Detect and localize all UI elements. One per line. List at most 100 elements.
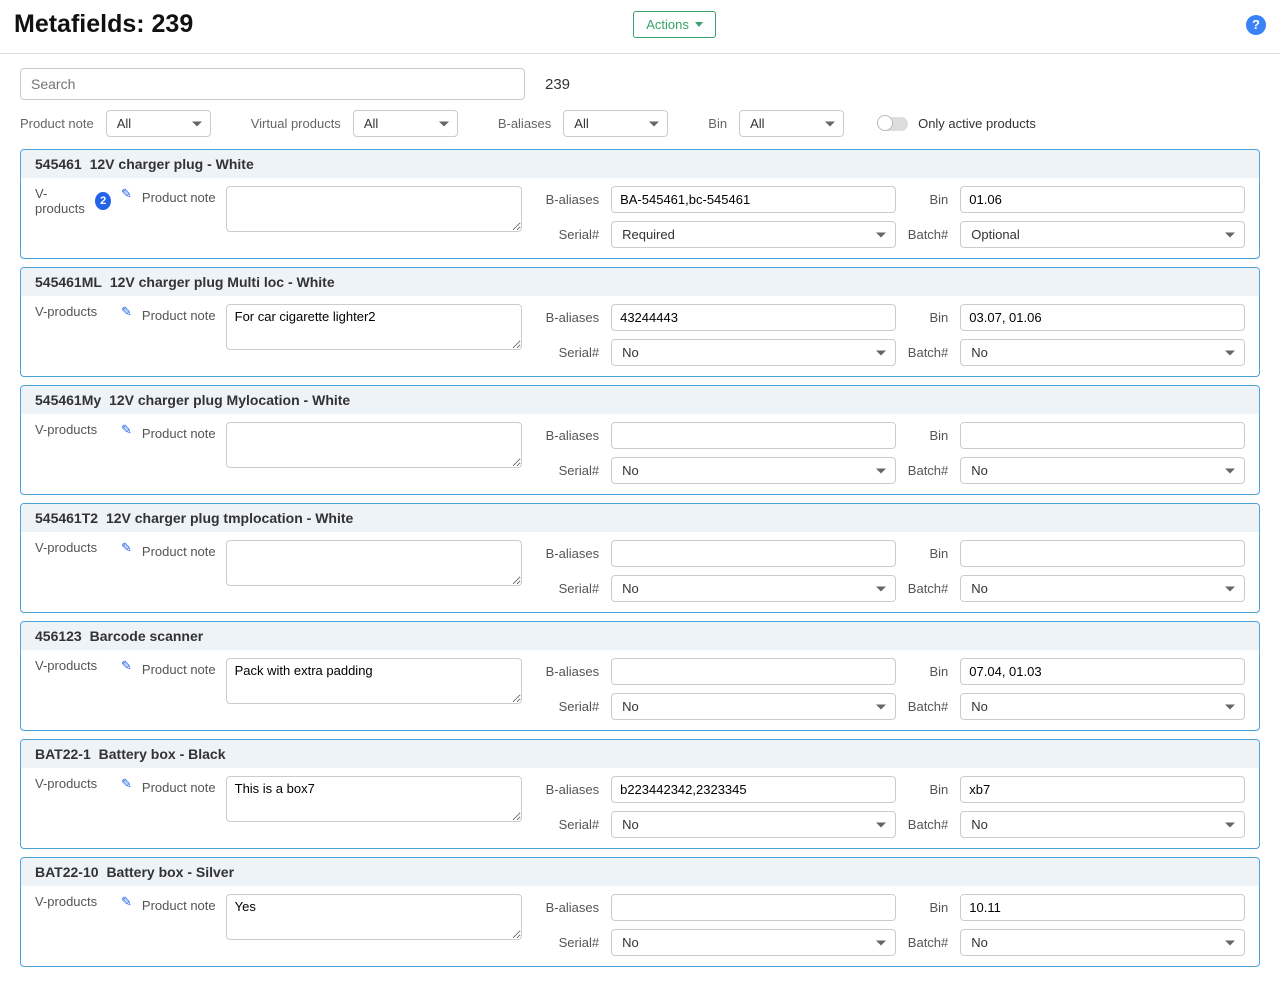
bin-label: Bin <box>908 546 948 561</box>
product-note-label: Product note <box>142 776 216 795</box>
batch-label: Batch# <box>908 581 948 596</box>
product-note-input[interactable]: Yes <box>226 894 522 940</box>
product-name: 12V charger plug tmplocation - White <box>106 510 353 526</box>
serial-select[interactable]: No <box>611 929 896 956</box>
baliases-input[interactable] <box>611 186 896 213</box>
product-note-input[interactable] <box>226 186 522 232</box>
batch-label: Batch# <box>908 935 948 950</box>
edit-icon[interactable]: ✎ <box>121 186 132 202</box>
batch-select[interactable]: Optional <box>960 221 1245 248</box>
card-header[interactable]: 545461 12V charger plug - White <box>21 150 1259 178</box>
bin-input[interactable] <box>960 304 1245 331</box>
baliases-input[interactable] <box>611 304 896 331</box>
batch-select[interactable]: No <box>960 811 1245 838</box>
page-header: Metafields: 239 Actions ? <box>0 0 1280 54</box>
bin-label: Bin <box>908 900 948 915</box>
batch-select[interactable]: No <box>960 339 1245 366</box>
product-sku: 456123 <box>35 628 82 644</box>
bin-input[interactable] <box>960 186 1245 213</box>
edit-icon[interactable]: ✎ <box>121 658 132 674</box>
bin-input[interactable] <box>960 894 1245 921</box>
vproducts-label: V-products <box>35 540 97 555</box>
batch-select[interactable]: No <box>960 457 1245 484</box>
only-active-label: Only active products <box>918 116 1036 131</box>
baliases-label: B-aliases <box>546 546 599 561</box>
card-header[interactable]: 545461T2 12V charger plug tmplocation - … <box>21 504 1259 532</box>
serial-select[interactable]: Required <box>611 221 896 248</box>
baliases-label: B-aliases <box>546 310 599 325</box>
batch-label: Batch# <box>908 699 948 714</box>
serial-label: Serial# <box>546 463 599 478</box>
baliases-input[interactable] <box>611 422 896 449</box>
product-sku: BAT22-1 <box>35 746 91 762</box>
bin-input[interactable] <box>960 658 1245 685</box>
filter-bin[interactable]: All <box>739 110 844 137</box>
filter-label-product-note: Product note <box>20 116 94 131</box>
baliases-input[interactable] <box>611 776 896 803</box>
edit-icon[interactable]: ✎ <box>121 894 132 910</box>
edit-icon[interactable]: ✎ <box>121 304 132 320</box>
batch-select[interactable]: No <box>960 929 1245 956</box>
filter-label-baliases: B-aliases <box>498 116 551 131</box>
baliases-label: B-aliases <box>546 192 599 207</box>
product-note-input[interactable]: Pack with extra padding <box>226 658 522 704</box>
baliases-input[interactable] <box>611 658 896 685</box>
card-header[interactable]: 456123 Barcode scanner <box>21 622 1259 650</box>
product-name: Battery box - Silver <box>106 864 234 880</box>
product-card: 456123 Barcode scanner V-products ✎ Prod… <box>20 621 1260 731</box>
filter-product-note[interactable]: All <box>106 110 211 137</box>
baliases-input[interactable] <box>611 894 896 921</box>
card-header[interactable]: 545461ML 12V charger plug Multi loc - Wh… <box>21 268 1259 296</box>
product-note-input[interactable] <box>226 540 522 586</box>
serial-label: Serial# <box>546 345 599 360</box>
bin-input[interactable] <box>960 422 1245 449</box>
product-note-input[interactable]: For car cigarette lighter2 <box>226 304 522 350</box>
product-card: 545461 12V charger plug - White V-produc… <box>20 149 1260 259</box>
card-header[interactable]: BAT22-1 Battery box - Black <box>21 740 1259 768</box>
vproducts-label: V-products <box>35 776 97 791</box>
filter-b-aliases[interactable]: All <box>563 110 668 137</box>
product-note-label: Product note <box>142 658 216 677</box>
product-note-input[interactable]: This is a box7 <box>226 776 522 822</box>
serial-select[interactable]: No <box>611 811 896 838</box>
batch-select[interactable]: No <box>960 693 1245 720</box>
bin-input[interactable] <box>960 540 1245 567</box>
edit-icon[interactable]: ✎ <box>121 422 132 438</box>
batch-select[interactable]: No <box>960 575 1245 602</box>
serial-select[interactable]: No <box>611 575 896 602</box>
actions-wrapper: Actions <box>633 11 716 38</box>
baliases-label: B-aliases <box>546 664 599 679</box>
baliases-input[interactable] <box>611 540 896 567</box>
serial-select[interactable]: No <box>611 457 896 484</box>
serial-select[interactable]: No <box>611 339 896 366</box>
batch-label: Batch# <box>908 817 948 832</box>
search-input[interactable] <box>20 68 525 100</box>
product-note-label: Product note <box>142 540 216 559</box>
card-header[interactable]: BAT22-10 Battery box - Silver <box>21 858 1259 886</box>
only-active-toggle[interactable] <box>878 117 908 131</box>
filters-bar: 239 Product note All Virtual products Al… <box>0 54 1280 143</box>
product-note-input[interactable] <box>226 422 522 468</box>
actions-button[interactable]: Actions <box>633 11 716 38</box>
product-card: 545461My 12V charger plug Mylocation - W… <box>20 385 1260 495</box>
product-name: 12V charger plug Mylocation - White <box>109 392 350 408</box>
product-sku: BAT22-10 <box>35 864 99 880</box>
vproducts-badge: 2 <box>95 192 111 210</box>
filter-virtual-products[interactable]: All <box>353 110 458 137</box>
product-sku: 545461 <box>35 156 82 172</box>
card-header[interactable]: 545461My 12V charger plug Mylocation - W… <box>21 386 1259 414</box>
product-card: BAT22-1 Battery box - Black V-products ✎… <box>20 739 1260 849</box>
product-card: 545461ML 12V charger plug Multi loc - Wh… <box>20 267 1260 377</box>
serial-select[interactable]: No <box>611 693 896 720</box>
serial-label: Serial# <box>546 817 599 832</box>
product-name: Battery box - Black <box>99 746 226 762</box>
bin-label: Bin <box>908 428 948 443</box>
vproducts-label: V-products <box>35 894 97 909</box>
edit-icon[interactable]: ✎ <box>121 776 132 792</box>
bin-input[interactable] <box>960 776 1245 803</box>
edit-icon[interactable]: ✎ <box>121 540 132 556</box>
bin-label: Bin <box>908 664 948 679</box>
help-icon[interactable]: ? <box>1246 15 1266 35</box>
bin-label: Bin <box>908 192 948 207</box>
vproducts-label: V-products <box>35 304 97 319</box>
